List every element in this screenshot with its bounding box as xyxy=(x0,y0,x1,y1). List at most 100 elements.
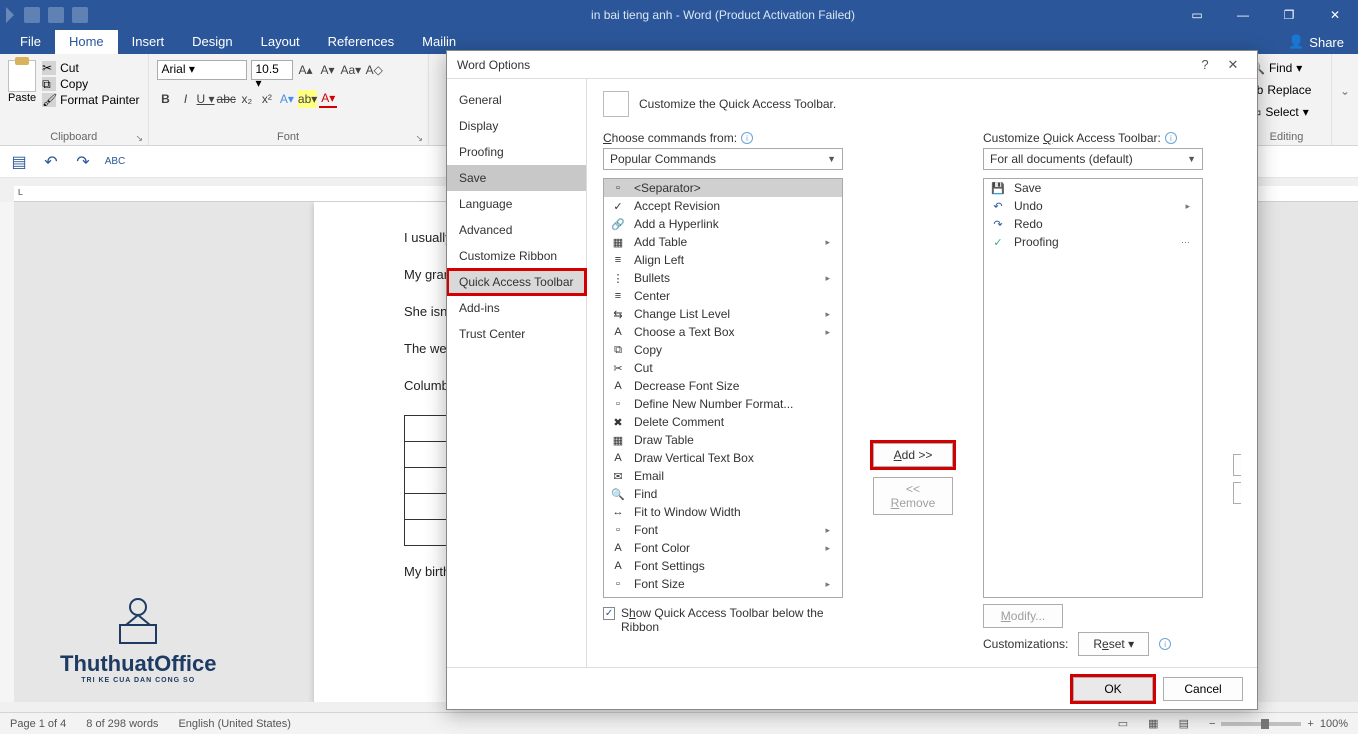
choose-commands-combo[interactable]: Popular Commands▼ xyxy=(603,148,843,170)
nav-general[interactable]: General xyxy=(447,87,586,113)
clear-formatting-icon[interactable]: A◇ xyxy=(365,61,383,79)
cancel-button[interactable]: Cancel xyxy=(1163,677,1243,701)
close-icon[interactable]: ✕ xyxy=(1312,0,1358,30)
zoom-out-icon[interactable]: − xyxy=(1209,718,1215,730)
redo-icon[interactable]: ↷ xyxy=(74,153,92,171)
status-words[interactable]: 8 of 298 words xyxy=(86,718,158,730)
undo-icon[interactable]: ↶ xyxy=(42,153,60,171)
font-size-select[interactable]: 10.5 ▾ xyxy=(251,60,293,80)
tab-layout[interactable]: Layout xyxy=(247,30,314,54)
show-below-checkbox[interactable]: ✓ xyxy=(603,607,615,620)
tab-file[interactable]: File xyxy=(6,30,55,54)
underline-button[interactable]: U ▾ xyxy=(197,90,215,108)
collapse-ribbon-icon[interactable]: ˇ xyxy=(1332,54,1358,145)
remove-button[interactable]: << Remove xyxy=(873,477,953,515)
command-item[interactable]: ⇆Change List Level▸ xyxy=(604,305,842,323)
restore-icon[interactable]: ❐ xyxy=(1266,0,1312,30)
superscript-button[interactable]: x² xyxy=(258,90,276,108)
command-item[interactable]: ▦Draw Table xyxy=(604,431,842,449)
tab-design[interactable]: Design xyxy=(178,30,246,54)
qat-undo-icon[interactable] xyxy=(48,7,64,23)
add-button[interactable]: Add >> xyxy=(873,443,953,467)
command-item[interactable]: ↔Fit to Window Width xyxy=(604,503,842,521)
subscript-button[interactable]: x₂ xyxy=(238,90,256,108)
command-item[interactable]: ADraw Vertical Text Box xyxy=(604,449,842,467)
spelling-icon[interactable]: ABC xyxy=(106,153,124,171)
text-effects-button[interactable]: A▾ xyxy=(278,90,296,108)
view-print-icon[interactable]: ▦ xyxy=(1148,717,1158,730)
command-item[interactable]: ✓Accept Revision xyxy=(604,197,842,215)
command-item[interactable]: ⧉Copy xyxy=(604,341,842,359)
ribbon-options-icon[interactable]: ▭ xyxy=(1174,0,1220,30)
qat-save-icon[interactable] xyxy=(24,7,40,23)
tab-home[interactable]: Home xyxy=(55,30,118,54)
info-icon[interactable]: i xyxy=(1159,638,1171,650)
modify-button[interactable]: Modify... xyxy=(983,604,1063,628)
bold-button[interactable]: B xyxy=(157,90,175,108)
command-item[interactable]: AB¹Footnote xyxy=(604,593,842,598)
grow-font-icon[interactable]: A▴ xyxy=(297,61,315,79)
command-item[interactable]: ⋮Bullets▸ xyxy=(604,269,842,287)
qat-current-list[interactable]: 💾Save↶Undo▸↷Redo✓Proofing⋯ xyxy=(983,178,1203,598)
status-page[interactable]: Page 1 of 4 xyxy=(10,718,66,730)
nav-add-ins[interactable]: Add-ins xyxy=(447,295,586,321)
ok-button[interactable]: OK xyxy=(1073,677,1153,701)
paste-button[interactable]: Paste xyxy=(8,60,36,104)
font-name-select[interactable]: Arial ▾ xyxy=(157,60,247,80)
command-item[interactable]: ✖Delete Comment xyxy=(604,413,842,431)
strike-button[interactable]: abc xyxy=(217,90,236,108)
command-item[interactable]: ▫Font▸ xyxy=(604,521,842,539)
status-language[interactable]: English (United States) xyxy=(178,718,291,730)
ruler-vertical[interactable] xyxy=(0,202,14,702)
zoom-in-icon[interactable]: + xyxy=(1307,718,1313,730)
command-item[interactable]: 🔗Add a Hyperlink xyxy=(604,215,842,233)
reset-button[interactable]: Reset ▾ xyxy=(1078,632,1149,656)
command-item[interactable]: ≡Align Left xyxy=(604,251,842,269)
change-case-icon[interactable]: Aa▾ xyxy=(341,61,362,79)
nav-quick-access-toolbar[interactable]: Quick Access Toolbar xyxy=(447,269,586,295)
select-button[interactable]: ▭Select ▾ xyxy=(1250,105,1309,119)
cut-button[interactable]: ✂Cut xyxy=(42,61,139,75)
customize-qat-combo[interactable]: For all documents (default)▼ xyxy=(983,148,1203,170)
qat-item[interactable]: 💾Save xyxy=(984,179,1202,197)
replace-button[interactable]: abReplace xyxy=(1250,83,1311,97)
command-item[interactable]: AFont Color▸ xyxy=(604,539,842,557)
nav-save[interactable]: Save xyxy=(447,165,586,191)
command-item[interactable]: AChoose a Text Box▸ xyxy=(604,323,842,341)
qat-redo-icon[interactable] xyxy=(72,7,88,23)
command-item[interactable]: ✉Email xyxy=(604,467,842,485)
nav-display[interactable]: Display xyxy=(447,113,586,139)
nav-trust-center[interactable]: Trust Center xyxy=(447,321,586,347)
font-color-button[interactable]: A▾ xyxy=(319,90,337,108)
command-item[interactable]: 🔍Find xyxy=(604,485,842,503)
highlight-button[interactable]: ab▾ xyxy=(298,90,317,108)
view-read-icon[interactable]: ▭ xyxy=(1118,717,1128,730)
tab-references[interactable]: References xyxy=(314,30,408,54)
doc-list-icon[interactable]: ▤ xyxy=(10,153,28,171)
command-item[interactable]: ▫Define New Number Format... xyxy=(604,395,842,413)
share-button[interactable]: 👤Share xyxy=(1274,30,1358,54)
move-up-button[interactable]: ▲ xyxy=(1233,454,1241,476)
zoom-value[interactable]: 100% xyxy=(1320,718,1348,730)
command-item[interactable]: ▫<Separator> xyxy=(604,179,842,197)
font-launcher-icon[interactable]: ↘ xyxy=(416,133,426,143)
command-item[interactable]: ≡Center xyxy=(604,287,842,305)
format-painter-button[interactable]: 🖌Format Painter xyxy=(42,93,139,107)
nav-advanced[interactable]: Advanced xyxy=(447,217,586,243)
qat-item[interactable]: ↶Undo▸ xyxy=(984,197,1202,215)
command-item[interactable]: AFont Settings xyxy=(604,557,842,575)
minimize-icon[interactable]: — xyxy=(1220,0,1266,30)
command-item[interactable]: ADecrease Font Size xyxy=(604,377,842,395)
dialog-help-icon[interactable]: ? xyxy=(1191,57,1219,72)
command-item[interactable]: ▫Font Size▸ xyxy=(604,575,842,593)
dialog-close-icon[interactable]: ✕ xyxy=(1219,57,1247,73)
view-web-icon[interactable]: ▤ xyxy=(1179,717,1189,730)
shrink-font-icon[interactable]: A▾ xyxy=(319,61,337,79)
nav-proofing[interactable]: Proofing xyxy=(447,139,586,165)
clipboard-launcher-icon[interactable]: ↘ xyxy=(136,133,146,143)
info-icon[interactable]: i xyxy=(741,132,753,144)
info-icon[interactable]: i xyxy=(1165,132,1177,144)
command-item[interactable]: ▦Add Table▸ xyxy=(604,233,842,251)
tab-insert[interactable]: Insert xyxy=(118,30,179,54)
italic-button[interactable]: I xyxy=(177,90,195,108)
